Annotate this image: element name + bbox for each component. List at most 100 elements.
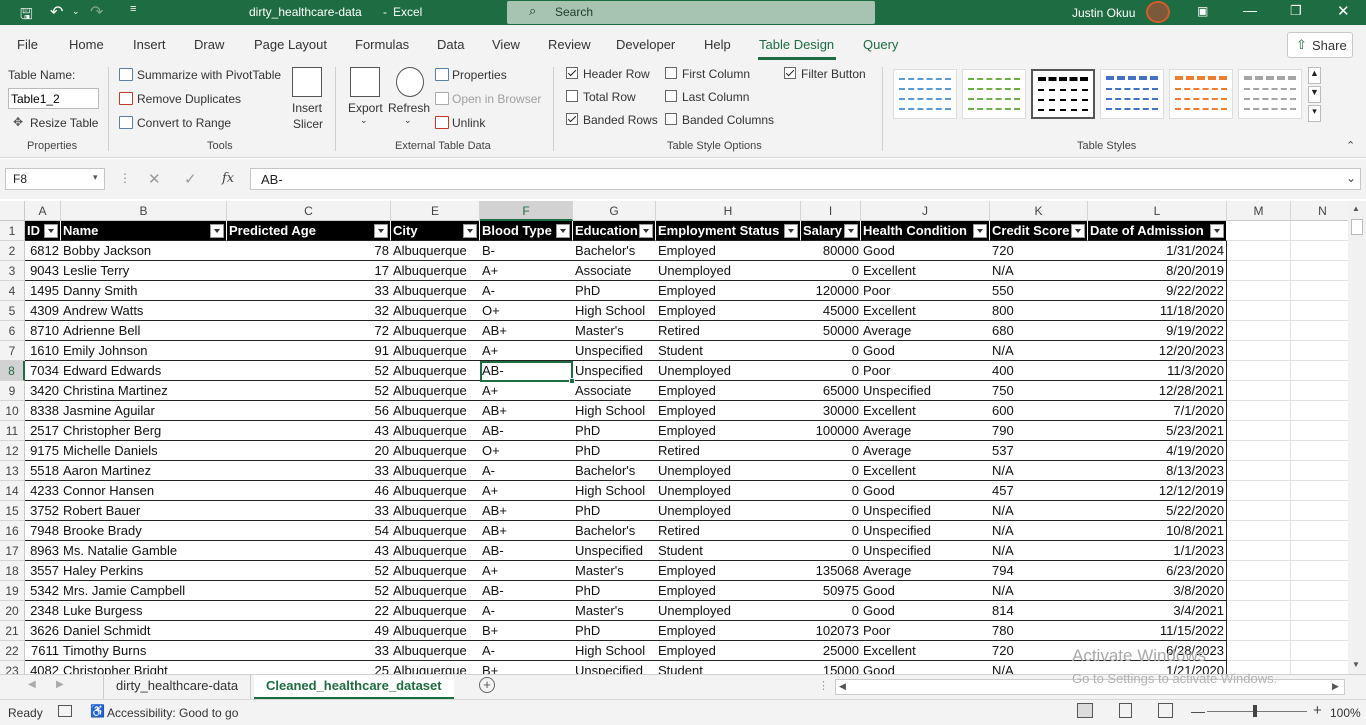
row-header[interactable]: 14 [0,481,25,501]
table-cell[interactable]: Albuquerque [391,301,480,321]
table-style-black-selected[interactable] [1031,69,1095,119]
row-header[interactable]: 3 [0,261,25,281]
table-cell[interactable]: 1495 [25,281,61,301]
table-cell[interactable]: 25000 [801,641,861,661]
table-cell[interactable]: 794 [990,561,1088,581]
table-cell[interactable]: 45000 [801,301,861,321]
formula-input[interactable]: AB- ⌄ [250,168,1361,190]
table-cell[interactable]: Good [861,241,990,261]
table-cell[interactable]: Average [861,321,990,341]
table-cell[interactable]: 0 [801,461,861,481]
table-cell[interactable]: Timothy Burns [61,641,227,661]
table-cell[interactable]: Unemployed [656,501,801,521]
vertical-scrollbar[interactable]: ▲ ▼ [1348,201,1366,674]
table-cell[interactable]: Unemployed [656,361,801,381]
table-cell[interactable]: 50975 [801,581,861,601]
table-cell[interactable]: 8963 [25,541,61,561]
table-header-cell[interactable]: Name [61,221,227,241]
table-cell[interactable]: 537 [990,441,1088,461]
empty-cell[interactable] [1291,221,1348,241]
table-cell[interactable]: Robert Bauer [61,501,227,521]
table-cell[interactable]: Associate [573,261,656,281]
tab-review[interactable]: Review [548,37,591,52]
table-cell[interactable]: 15000 [801,661,861,674]
empty-cell[interactable] [1291,381,1348,401]
table-cell[interactable]: Unspecified [861,521,990,541]
table-cell[interactable]: 0 [801,541,861,561]
search-box[interactable]: ⌕ Search [507,1,875,24]
expand-formula-icon[interactable]: ⌄ [1346,171,1356,185]
table-cell[interactable]: Poor [861,281,990,301]
table-cell[interactable]: 9/22/2022 [1088,281,1227,301]
empty-cell[interactable] [1227,601,1291,621]
filter-dropdown-icon[interactable] [639,224,653,238]
styles-more-icon[interactable]: ▾ [1308,105,1321,122]
empty-cell[interactable] [1227,501,1291,521]
table-cell[interactable]: 49 [227,621,391,641]
tab-formulas[interactable]: Formulas [355,37,409,52]
table-cell[interactable]: 400 [990,361,1088,381]
table-cell[interactable]: 9/19/2022 [1088,321,1227,341]
empty-cell[interactable] [1227,321,1291,341]
table-cell[interactable]: Excellent [861,401,990,421]
refresh-button[interactable]: Refresh [388,101,430,115]
table-cell[interactable]: 12/12/2019 [1088,481,1227,501]
zoom-slider[interactable] [1207,711,1307,712]
tab-draw[interactable]: Draw [194,37,224,52]
table-cell[interactable]: Albuquerque [391,541,480,561]
empty-cell[interactable] [1291,641,1348,661]
filter-dropdown-icon[interactable] [463,224,477,238]
empty-cell[interactable] [1291,621,1348,641]
table-cell[interactable]: Haley Perkins [61,561,227,581]
table-cell[interactable]: 3/8/2020 [1088,581,1227,601]
table-header-cell[interactable]: Education [573,221,656,241]
table-cell[interactable]: 1/1/2023 [1088,541,1227,561]
table-cell[interactable]: Employed [656,301,801,321]
empty-cell[interactable] [1227,261,1291,281]
row-header[interactable]: 13 [0,461,25,481]
table-cell[interactable]: 0 [801,601,861,621]
table-cell[interactable]: Mrs. Jamie Campbell [61,581,227,601]
scroll-up-icon[interactable]: ▲ [1352,204,1360,213]
column-header-k[interactable]: K [990,201,1088,221]
table-cell[interactable]: Unemployed [656,601,801,621]
table-cell[interactable]: PhD [573,421,656,441]
zoom-out-icon[interactable]: — [1191,703,1205,719]
table-header-cell[interactable]: ID [25,221,61,241]
table-cell[interactable]: 0 [801,481,861,501]
table-cell[interactable]: Unemployed [656,481,801,501]
table-cell[interactable]: N/A [990,541,1088,561]
table-cell[interactable]: 52 [227,381,391,401]
table-cell[interactable]: Bachelor's [573,241,656,261]
banded-columns-checkbox[interactable] [665,113,677,125]
zoom-level[interactable]: 100% [1330,706,1361,720]
undo-dropdown-icon[interactable]: ⌄ [72,6,80,17]
table-cell[interactable]: AB- [480,581,573,601]
column-header-g[interactable]: G [573,201,656,221]
table-cell[interactable]: N/A [990,341,1088,361]
table-cell[interactable]: O+ [480,301,573,321]
table-cell[interactable]: Excellent [861,261,990,281]
row-header[interactable]: 2 [0,241,25,261]
table-cell[interactable]: 2517 [25,421,61,441]
table-cell[interactable]: PhD [573,581,656,601]
table-name-input[interactable] [8,88,99,109]
vertical-scroll-thumb[interactable] [1351,219,1363,235]
undo-icon[interactable]: ↶ [50,2,63,22]
table-cell[interactable]: 8/20/2019 [1088,261,1227,281]
table-cell[interactable]: 0 [801,361,861,381]
column-header-n[interactable]: N [1291,201,1348,221]
table-cell[interactable]: Albuquerque [391,241,480,261]
empty-cell[interactable] [1227,341,1291,361]
scroll-left-icon[interactable]: ◀ [839,681,846,692]
empty-cell[interactable] [1227,301,1291,321]
table-header-cell[interactable]: Credit Score [990,221,1088,241]
tab-home[interactable]: Home [69,37,104,52]
empty-cell[interactable] [1291,421,1348,441]
row-header[interactable]: 23 [0,661,25,674]
filter-dropdown-icon[interactable] [844,224,858,238]
table-cell[interactable]: 50000 [801,321,861,341]
empty-cell[interactable] [1227,221,1291,241]
table-style-light-green[interactable] [962,69,1026,119]
table-cell[interactable]: Employed [656,561,801,581]
